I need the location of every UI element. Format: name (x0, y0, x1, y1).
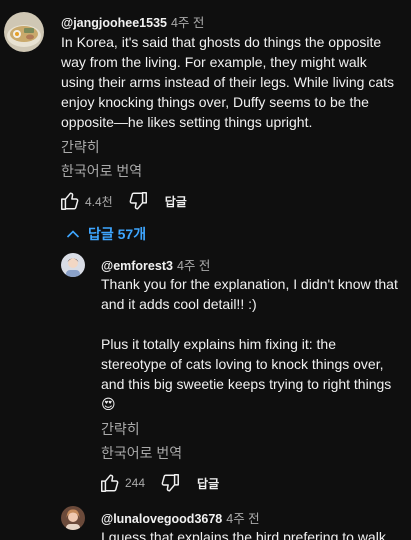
translate-link[interactable]: 한국어로 번역 (61, 161, 142, 181)
comment-author[interactable]: @lunalovegood3678 (101, 512, 222, 526)
reply-button[interactable]: 답글 (197, 475, 219, 492)
thumbs-up-icon[interactable] (99, 472, 121, 494)
show-less-link[interactable]: 간략히 (101, 419, 140, 439)
avatar[interactable] (61, 253, 85, 277)
chevron-up-icon (66, 230, 80, 238)
avatar[interactable] (61, 506, 85, 530)
like-count: 244 (125, 476, 146, 490)
comment-body: Thank you for the explanation, I didn't … (101, 274, 405, 414)
person-avatar-icon (61, 506, 85, 530)
comment-header: @emforest3 4주 전 (101, 255, 210, 274)
comment-author[interactable]: @jangjoohee1535 (61, 16, 167, 30)
replies-toggle-button[interactable]: 답글 57개 (66, 224, 146, 244)
comment-timestamp[interactable]: 4주 전 (171, 16, 204, 30)
thumbs-down-icon[interactable] (127, 190, 149, 212)
comment-author[interactable]: @emforest3 (101, 259, 173, 273)
avatar[interactable] (4, 12, 44, 52)
like-count: 4.4천 (85, 194, 113, 209)
person-avatar-icon (61, 253, 85, 277)
reply-button[interactable]: 답글 (165, 193, 187, 210)
comment-body: I guess that explains the bird prefering… (101, 527, 405, 540)
comment-header: @lunalovegood3678 4주 전 (101, 508, 260, 527)
comment-header: @jangjoohee1535 4주 전 (61, 12, 204, 31)
comment-paragraph: In Korea, it's said that ghosts do thing… (61, 34, 395, 130)
thumbs-down-icon[interactable] (159, 472, 181, 494)
comment-actions: 4.4천 답글 (59, 189, 187, 213)
translate-link[interactable]: 한국어로 번역 (101, 443, 182, 463)
comment-timestamp[interactable]: 4주 전 (177, 259, 210, 273)
ramen-bowl-avatar-icon (4, 12, 44, 52)
comment-paragraph: Plus it totally explains him fixing it: … (101, 336, 392, 412)
comment-timestamp[interactable]: 4주 전 (226, 512, 259, 526)
replies-count-label: 답글 57개 (88, 226, 147, 242)
thumbs-up-icon[interactable] (59, 190, 81, 212)
comment-paragraph: I guess that explains the bird prefering… (101, 529, 386, 540)
comment-actions: 244 답글 (99, 471, 219, 495)
comment-paragraph: Thank you for the explanation, I didn't … (101, 276, 398, 312)
comment-body: In Korea, it's said that ghosts do thing… (61, 32, 403, 132)
show-less-link[interactable]: 간략히 (61, 137, 100, 157)
